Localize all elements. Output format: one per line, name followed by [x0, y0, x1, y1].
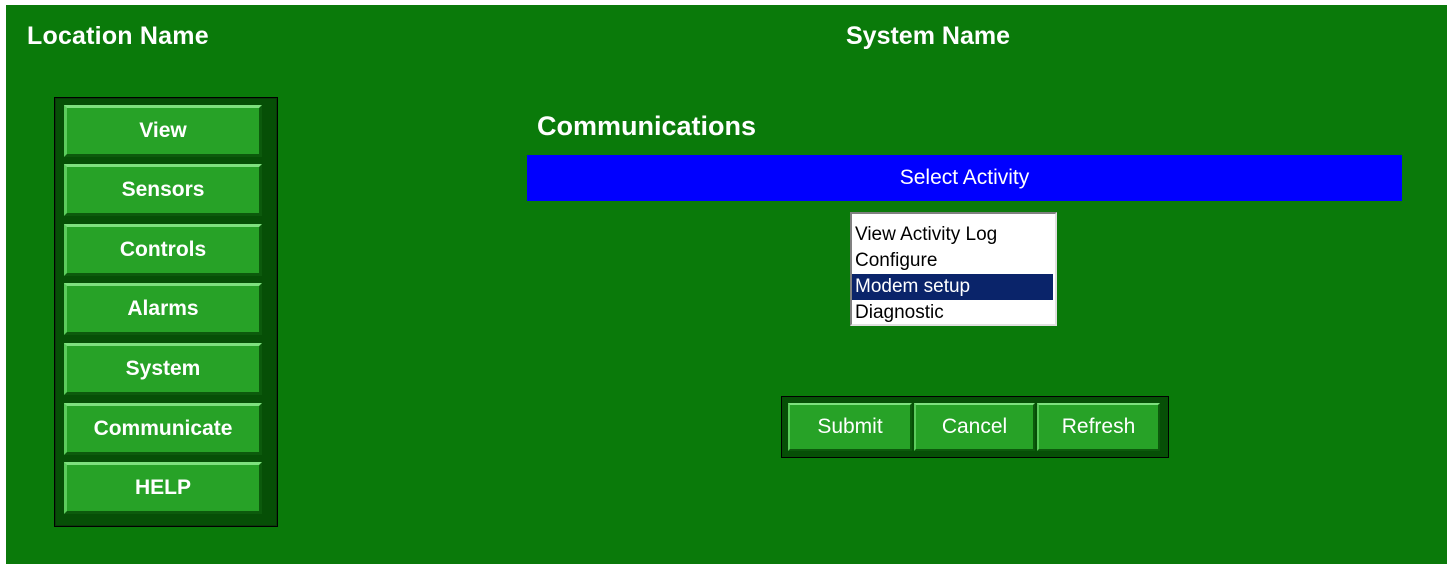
location-name: Location Name — [27, 22, 209, 50]
activity-option-diagnostic[interactable]: Diagnostic — [852, 300, 1053, 326]
nav-help-button[interactable]: HELP — [64, 462, 262, 514]
system-name: System Name — [846, 22, 1010, 50]
nav-alarms-button[interactable]: Alarms — [64, 283, 262, 335]
activity-option-configure[interactable]: Configure — [852, 248, 1053, 274]
nav-sensors-button[interactable]: Sensors — [64, 164, 262, 216]
activity-listbox[interactable]: View Activity Log Configure Modem setup … — [850, 212, 1057, 326]
activity-option-modem-setup[interactable]: Modem setup — [852, 274, 1053, 300]
nav-controls-button[interactable]: Controls — [64, 224, 262, 276]
nav-view-button[interactable]: View — [64, 105, 262, 157]
activity-option-view-log[interactable]: View Activity Log — [852, 222, 1053, 248]
nav-system-button[interactable]: System — [64, 343, 262, 395]
cancel-button[interactable]: Cancel — [914, 403, 1035, 451]
nav-menu: View Sensors Controls Alarms System Comm… — [54, 97, 278, 527]
select-activity-header: Select Activity — [527, 155, 1402, 201]
submit-button[interactable]: Submit — [788, 403, 912, 451]
page-background: Location Name System Name View Sensors C… — [6, 5, 1447, 564]
nav-communicate-button[interactable]: Communicate — [64, 403, 262, 455]
refresh-button[interactable]: Refresh — [1037, 403, 1160, 451]
action-button-group: Submit Cancel Refresh — [781, 396, 1169, 458]
page-title: Communications — [537, 111, 757, 141]
